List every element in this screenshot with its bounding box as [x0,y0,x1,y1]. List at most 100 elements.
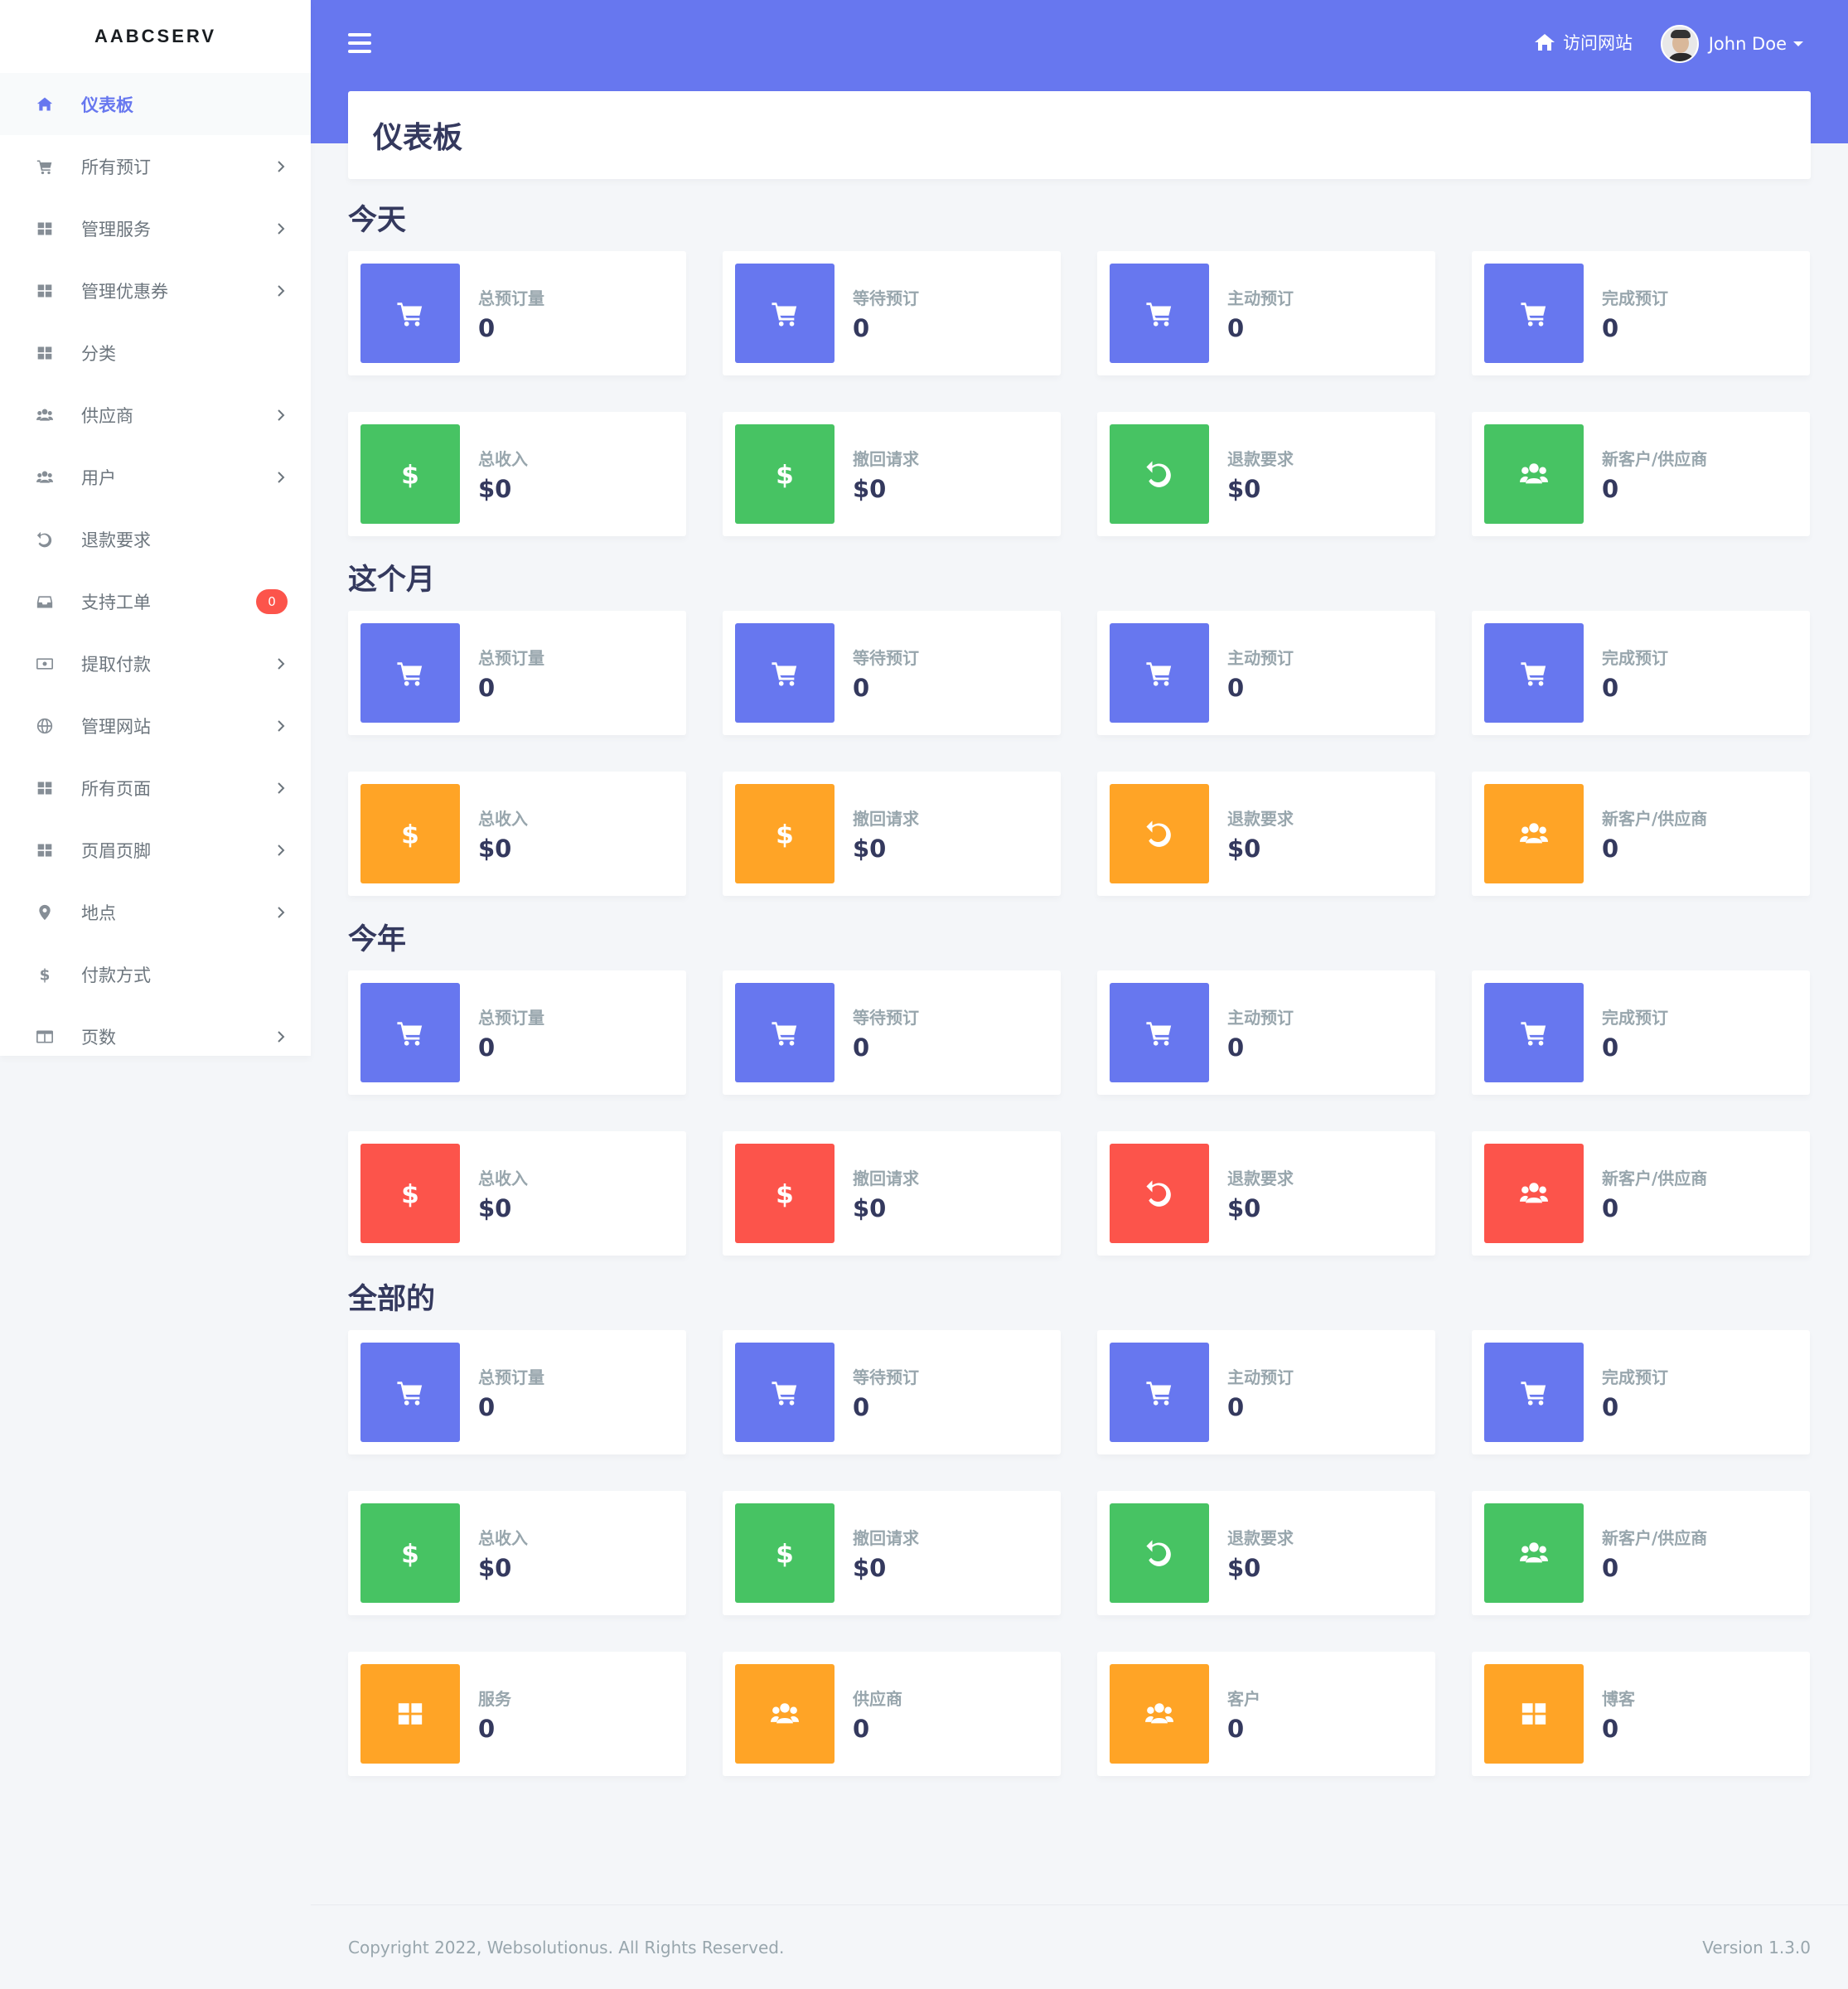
stat-card[interactable]: 完成预订 0 [1472,251,1810,375]
stat-card[interactable]: 总预订量 0 [348,970,686,1095]
undo-icon [1110,784,1209,883]
visit-website-link[interactable]: 访问网站 [1533,30,1633,55]
map-marker-icon [33,901,56,924]
brand-logo[interactable]: AABCSERV [0,0,311,73]
stat-card[interactable]: 完成预订 0 [1472,1330,1810,1454]
sidebar-item[interactable]: 退款要求 [0,508,311,570]
columns-icon [33,1025,56,1048]
stat-label: 新客户/供应商 [1602,448,1708,469]
sidebar-item[interactable]: 分类 [0,322,311,384]
svg-text:$: $ [401,1539,419,1567]
stat-value: $0 [1227,834,1261,863]
sidebar-item-label: 用户 [81,467,116,488]
avatar [1660,25,1699,63]
sidebar-item[interactable]: 管理优惠券 [0,259,311,322]
stat-card[interactable]: 服务 0 [348,1652,686,1776]
grid-icon [360,1664,460,1764]
stat-card[interactable]: 新客户/供应商 0 [1472,1131,1810,1256]
cart-icon [735,1343,835,1442]
sidebar-item[interactable]: 所有页面 [0,757,311,819]
user-dropdown[interactable]: John Doe [1660,25,1803,63]
sidebar-item[interactable]: 提取付款 [0,632,311,694]
svg-text:$: $ [776,1179,794,1207]
stat-card[interactable]: 总预订量 0 [348,251,686,375]
sidebar-item[interactable]: 供应商 [0,384,311,446]
stat-info: 完成预订 0 [1602,1364,1668,1421]
stat-value: 0 [1227,1033,1245,1062]
sidebar-menu: 仪表板 所有预订 管理服务 管理优惠券 分类 供应商用户退款要求 支持工单 0 提取付款管理网站… [0,73,311,1067]
grid-icon [33,217,56,240]
stat-value: 0 [853,313,870,342]
section-title: 这个月 [348,564,436,597]
stat-info: 总预订量 0 [478,1364,544,1421]
stat-card[interactable]: $ 总收入 $0 [348,412,686,536]
stat-card[interactable]: $ 撤回请求 $0 [723,1491,1061,1615]
stats-row: $ 总收入 $0 $ 撤回请求 $0 退款要求 $0 新客户/供应商 0 [348,772,1811,896]
page-title: 仪表板 [373,121,463,155]
svg-text:$: $ [401,820,419,848]
stat-card[interactable]: 主动预订 0 [1097,1330,1435,1454]
sidebar-item-label: 管理网站 [81,716,151,737]
sidebar-item[interactable]: 页数 [0,1005,311,1067]
sidebar-item[interactable]: 支持工单 0 [0,570,311,632]
stat-label: 供应商 [853,1688,902,1709]
stat-info: 等待预订 0 [853,1004,919,1062]
stat-card[interactable]: 主动预订 0 [1097,611,1435,735]
money-icon [33,652,56,675]
stats-section: 全部的 总预订量 0 等待预订 0 主动预订 0 完成预订 0 $ 总收入 $0 $ 撤回请求 $0 退款要求… [348,1281,1811,1776]
cart-icon [360,983,460,1082]
stat-card[interactable]: 等待预订 0 [723,611,1061,735]
sidebar-item[interactable]: 管理网站 [0,694,311,757]
stat-label: 退款要求 [1227,808,1294,829]
stat-card[interactable]: 退款要求 $0 [1097,1131,1435,1256]
stat-card[interactable]: $ 总收入 $0 [348,1491,686,1615]
stat-info: 撤回请求 $0 [853,806,919,863]
stat-value: 0 [478,1033,496,1062]
stat-value: 0 [853,1392,870,1421]
chevron-right-icon [274,160,288,173]
stat-card[interactable]: 总预订量 0 [348,1330,686,1454]
stat-card[interactable]: 博客 0 [1472,1652,1810,1776]
stat-card[interactable]: $ 撤回请求 $0 [723,772,1061,896]
stat-card[interactable]: 总预订量 0 [348,611,686,735]
sidebar-item[interactable]: 所有预订 [0,135,311,197]
stat-value: $0 [853,1193,887,1222]
stat-info: 主动预订 0 [1227,285,1294,342]
stat-label: 退款要求 [1227,1527,1294,1548]
stat-card[interactable]: 主动预订 0 [1097,251,1435,375]
sidebar-item[interactable]: 管理服务 [0,197,311,259]
stat-card[interactable]: 主动预订 0 [1097,970,1435,1095]
stat-label: 总预订量 [478,288,544,308]
users-icon [1484,1144,1584,1243]
stat-card[interactable]: 退款要求 $0 [1097,412,1435,536]
stat-info: 等待预订 0 [853,285,919,342]
stat-card[interactable]: 新客户/供应商 0 [1472,772,1810,896]
menu-toggle-icon[interactable] [348,33,371,53]
sidebar-item-label: 所有页面 [81,778,151,799]
chevron-right-icon [274,844,288,857]
stat-card[interactable]: 退款要求 $0 [1097,1491,1435,1615]
stat-card[interactable]: 完成预订 0 [1472,970,1810,1095]
stat-card[interactable]: $ 撤回请求 $0 [723,1131,1061,1256]
stat-card[interactable]: 退款要求 $0 [1097,772,1435,896]
sidebar-item[interactable]: 地点 [0,881,311,943]
stat-card[interactable]: $ 撤回请求 $0 [723,412,1061,536]
stat-card[interactable]: $ 总收入 $0 [348,772,686,896]
sidebar-item[interactable]: 仪表板 [0,73,311,135]
stat-card[interactable]: 等待预订 0 [723,970,1061,1095]
sidebar-item[interactable]: $ 付款方式 [0,943,311,1005]
stat-card[interactable]: 客户 0 [1097,1652,1435,1776]
stat-card[interactable]: 新客户/供应商 0 [1472,1491,1810,1615]
sidebar-item[interactable]: 用户 [0,446,311,508]
stat-card[interactable]: $ 总收入 $0 [348,1131,686,1256]
stats-row: 总预订量 0 等待预订 0 主动预订 0 完成预订 0 [348,251,1811,375]
inbox-icon [33,590,56,613]
sidebar-item[interactable]: 页眉页脚 [0,819,311,881]
stat-card[interactable]: 完成预订 0 [1472,611,1810,735]
stat-card[interactable]: 供应商 0 [723,1652,1061,1776]
stat-card[interactable]: 新客户/供应商 0 [1472,412,1810,536]
cart-icon [1110,623,1209,723]
dollar-icon: $ [33,963,56,986]
stat-card[interactable]: 等待预订 0 [723,251,1061,375]
stat-card[interactable]: 等待预订 0 [723,1330,1061,1454]
